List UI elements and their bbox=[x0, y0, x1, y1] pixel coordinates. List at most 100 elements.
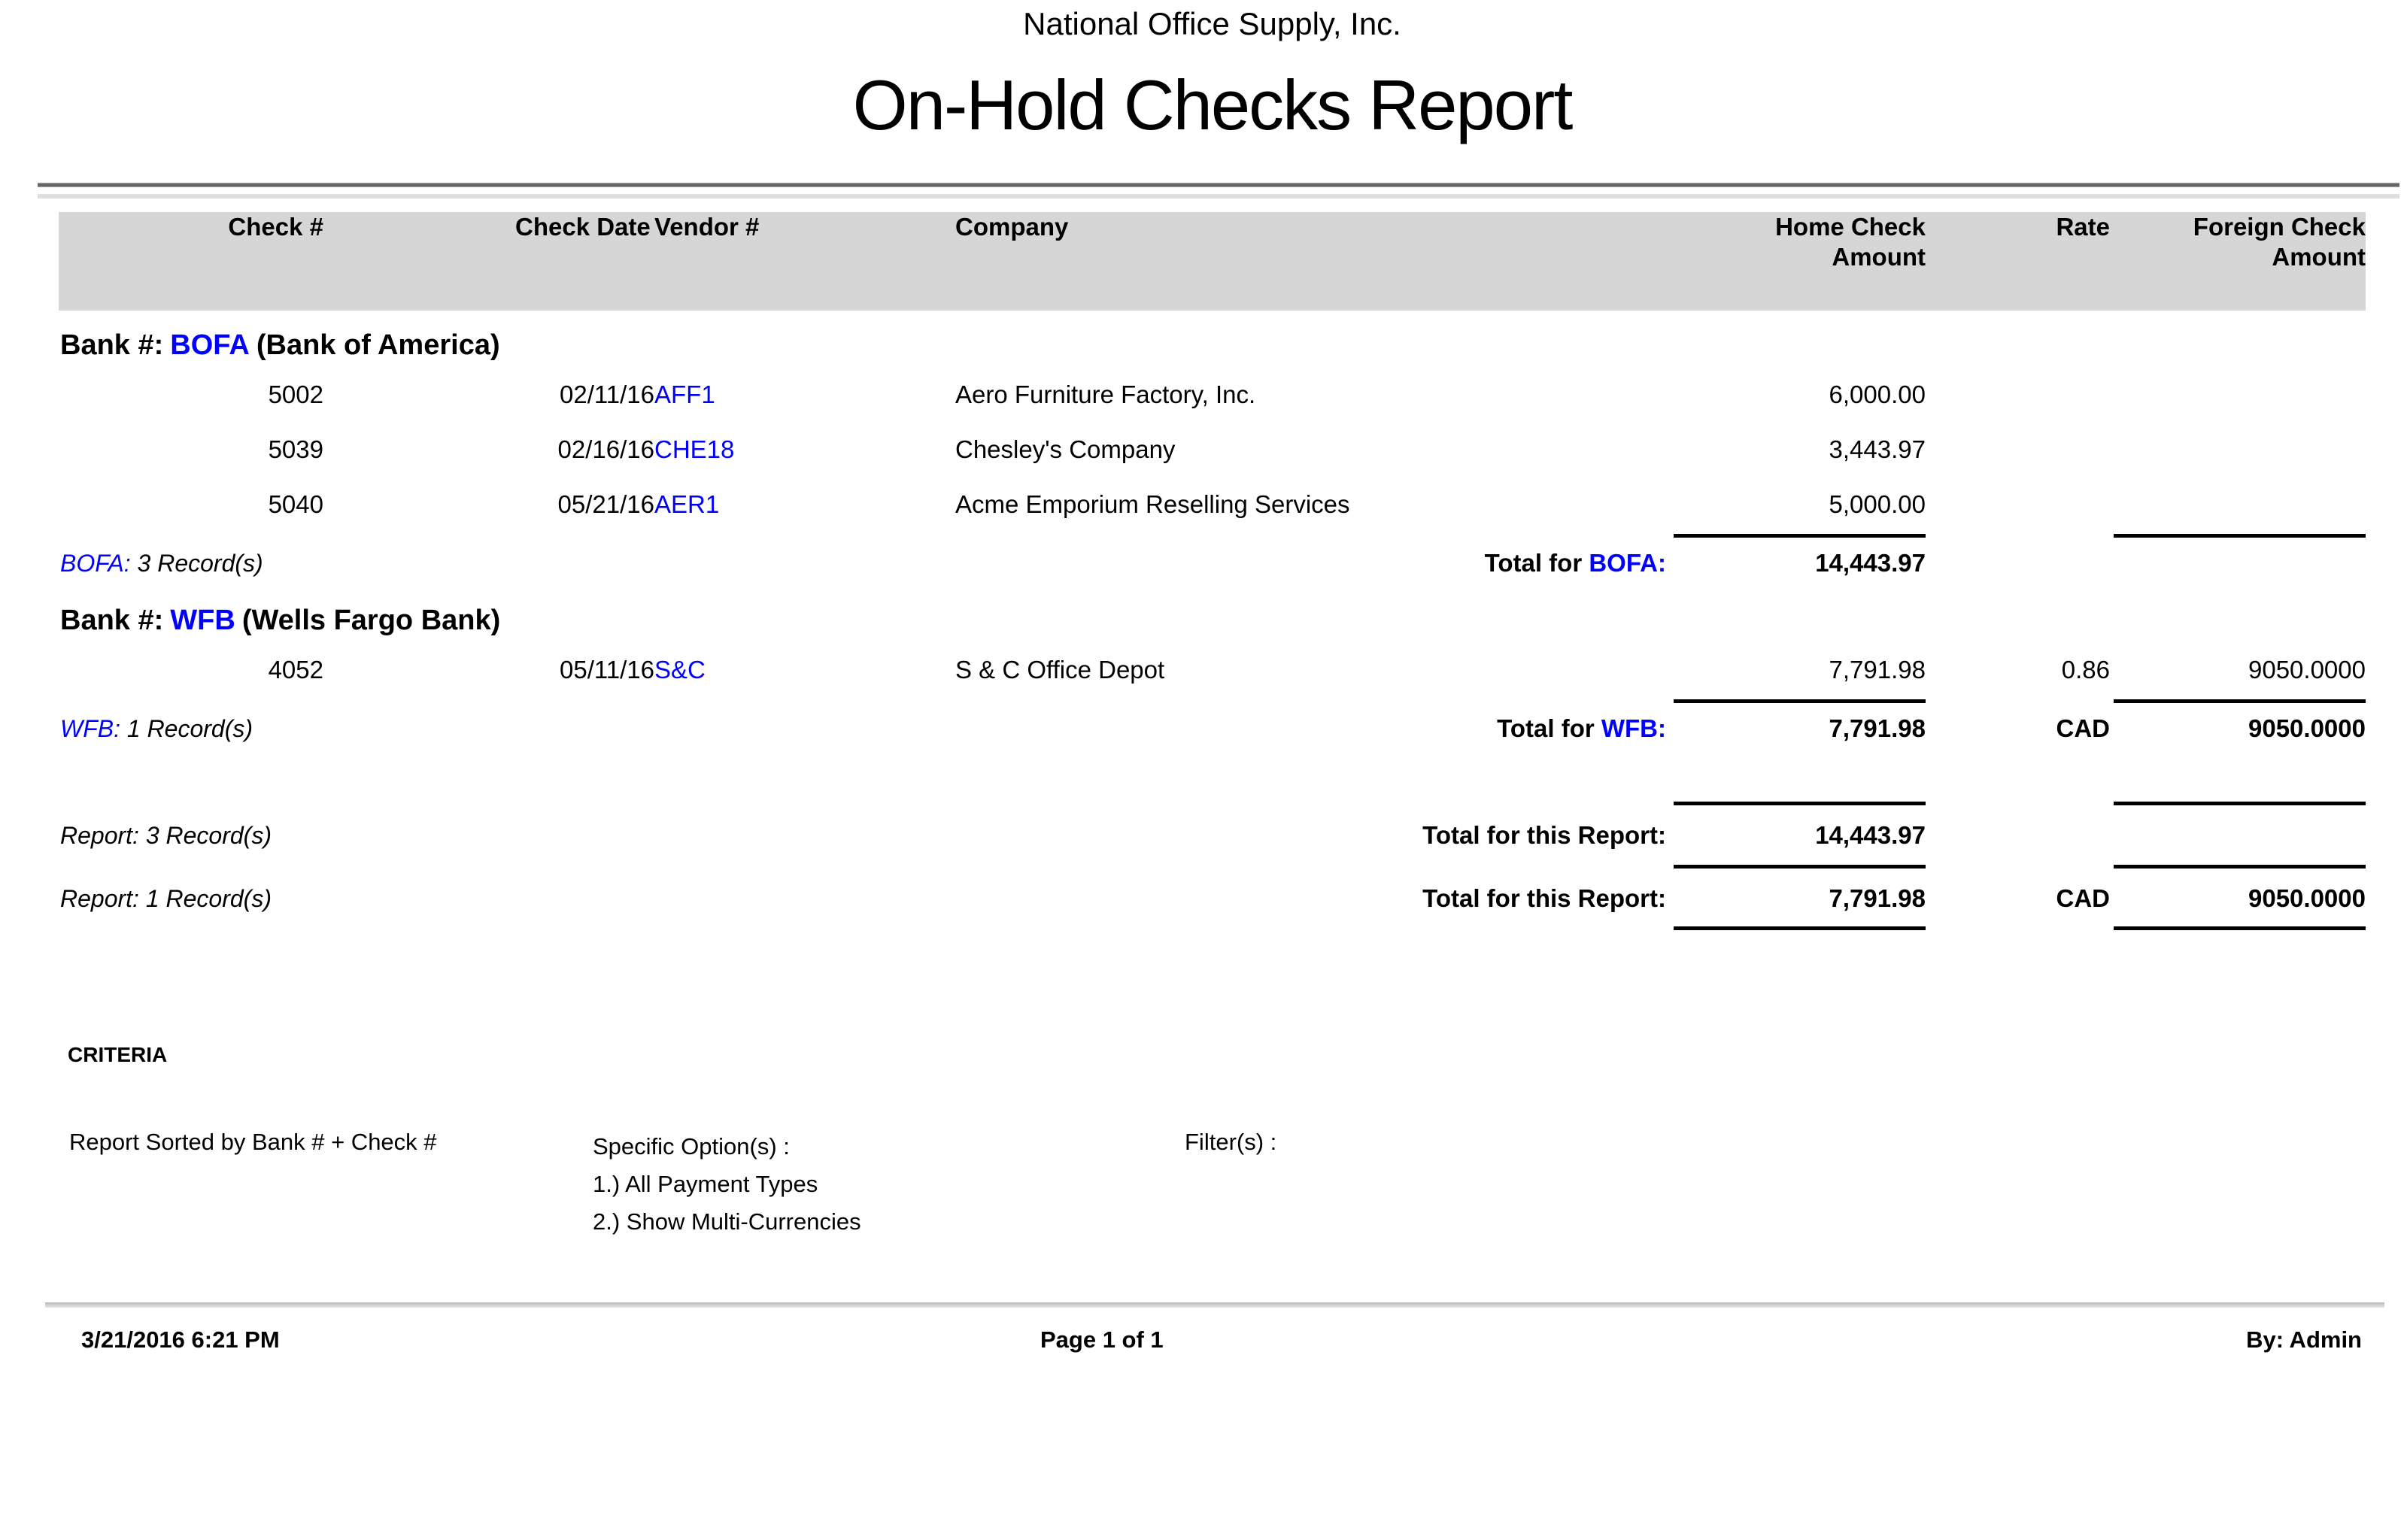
bank-record-count-code[interactable]: BOFA: bbox=[60, 550, 131, 577]
vendor-link[interactable]: AFF1 bbox=[654, 380, 955, 435]
column-header-row: Check # Check Date Vendor # Company Home… bbox=[59, 212, 2366, 311]
bank-name: (Bank of America) bbox=[256, 329, 500, 361]
report-total-row: Report: 3 Record(s) Total for this Repor… bbox=[59, 808, 2366, 862]
criteria-options: Specific Option(s) : 1.) All Payment Typ… bbox=[593, 1128, 861, 1241]
report-total-foreign-amount: 9050.0000 bbox=[2110, 872, 2366, 924]
bank-record-count: WFB: 1 Record(s) bbox=[60, 714, 253, 744]
company-cell: Chesley's Company bbox=[955, 435, 1557, 490]
total-rule bbox=[1674, 534, 1926, 538]
total-rule-row bbox=[59, 924, 2366, 933]
footer-divider bbox=[45, 1302, 2384, 1308]
foreign-amount-cell bbox=[2110, 380, 2366, 435]
report-page: National Office Supply, Inc. On-Hold Che… bbox=[0, 0, 2407, 1540]
criteria-heading: CRITERIA bbox=[68, 1043, 167, 1067]
home-amount-cell: 6,000.00 bbox=[1557, 380, 1926, 435]
bank-label: Bank #: bbox=[60, 329, 163, 361]
rate-cell bbox=[1926, 435, 2110, 490]
bank-record-count-text: 3 Record(s) bbox=[131, 550, 263, 577]
bank-total-row: BOFA: 3 Record(s) Total for BOFA: 14,443… bbox=[59, 541, 2366, 595]
criteria-sort-text: Report Sorted by Bank # + Check # bbox=[69, 1128, 437, 1157]
bank-total-label-code[interactable]: WFB: bbox=[1601, 714, 1666, 742]
footer-timestamp: 3/21/2016 6:21 PM bbox=[81, 1325, 280, 1355]
total-rule bbox=[1674, 865, 1926, 869]
home-amount-cell: 3,443.97 bbox=[1557, 435, 1926, 490]
bank-group-header: Bank #:BOFA(Bank of America) bbox=[59, 311, 2366, 380]
check-row: 5002 02/11/16 AFF1 Aero Furniture Factor… bbox=[59, 380, 2366, 435]
report-total-currency bbox=[1926, 808, 2110, 862]
check-row: 5040 05/21/16 AER1 Acme Emporium Reselli… bbox=[59, 490, 2366, 532]
bank-total-label-prefix: Total for bbox=[1485, 549, 1589, 577]
bank-total-label: Total for WFB: bbox=[1497, 714, 1666, 744]
column-header-vendor-no: Vendor # bbox=[654, 212, 955, 311]
check-no-cell: 5002 bbox=[59, 380, 323, 435]
bank-total-label: Total for BOFA: bbox=[1485, 548, 1666, 578]
criteria-options-label: Specific Option(s) : bbox=[593, 1128, 861, 1166]
report-total-foreign-amount bbox=[2110, 808, 2366, 862]
bank-group-header-cell: Bank #:WFB(Wells Fargo Bank) bbox=[59, 595, 2366, 655]
report-total-currency: CAD bbox=[1926, 872, 2110, 924]
page-title: On-Hold Checks Report bbox=[59, 66, 2366, 144]
check-no-cell: 5039 bbox=[59, 435, 323, 490]
bank-record-count: BOFA: 3 Record(s) bbox=[60, 548, 263, 578]
rate-cell bbox=[1926, 490, 2110, 532]
checks-table: Check # Check Date Vendor # Company Home… bbox=[59, 212, 2366, 933]
total-rule bbox=[2114, 534, 2366, 538]
total-rule bbox=[1674, 802, 1926, 805]
column-header-home-amount: Home Check Amount bbox=[1557, 212, 1926, 311]
total-rule bbox=[1674, 926, 1926, 930]
company-cell: Acme Emporium Reselling Services bbox=[955, 490, 1557, 532]
foreign-amount-cell: 9050.0000 bbox=[2110, 655, 2366, 697]
company-name: National Office Supply, Inc. bbox=[59, 6, 2366, 42]
check-date-cell: 05/11/16 bbox=[323, 655, 654, 697]
total-rule-row bbox=[59, 697, 2366, 706]
column-header-company: Company bbox=[955, 212, 1557, 311]
criteria-filters-label: Filter(s) : bbox=[1185, 1128, 1276, 1157]
vendor-link[interactable]: S&C bbox=[654, 655, 955, 697]
total-rule bbox=[1674, 699, 1926, 703]
report-total-row: Report: 1 Record(s) Total for this Repor… bbox=[59, 872, 2366, 924]
bank-code-link[interactable]: WFB bbox=[170, 605, 235, 636]
report-record-count: Report: 1 Record(s) bbox=[60, 884, 272, 914]
total-rule-row bbox=[59, 862, 2366, 872]
footer-page-info: Page 1 of 1 bbox=[1040, 1325, 1164, 1355]
bank-total-currency: CAD bbox=[1926, 706, 2110, 760]
column-header-home-amount-line1: Home Check bbox=[1557, 212, 1926, 242]
report-record-count: Report: 3 Record(s) bbox=[60, 820, 272, 850]
check-no-cell: 5040 bbox=[59, 490, 323, 532]
vendor-link[interactable]: AER1 bbox=[654, 490, 955, 532]
report-total-label: Total for this Report: bbox=[1422, 884, 1666, 914]
foreign-amount-cell bbox=[2110, 490, 2366, 532]
bank-label: Bank #: bbox=[60, 605, 163, 636]
bank-group-header-cell: Bank #:BOFA(Bank of America) bbox=[59, 311, 2366, 380]
total-rule-row bbox=[59, 532, 2366, 541]
check-date-cell: 02/11/16 bbox=[323, 380, 654, 435]
column-header-foreign-amount-line1: Foreign Check bbox=[2110, 212, 2366, 242]
criteria-option: 2.) Show Multi-Currencies bbox=[593, 1203, 861, 1241]
home-amount-cell: 7,791.98 bbox=[1557, 655, 1926, 697]
check-row: 4052 05/11/16 S&C S & C Office Depot 7,7… bbox=[59, 655, 2366, 697]
bank-total-row: WFB: 1 Record(s) Total for WFB: 7,791.98… bbox=[59, 706, 2366, 760]
title-divider-dark bbox=[38, 183, 2399, 187]
vendor-link[interactable]: CHE18 bbox=[654, 435, 955, 490]
rate-cell: 0.86 bbox=[1926, 655, 2110, 697]
column-header-foreign-amount-line2: Amount bbox=[2110, 242, 2366, 272]
bank-name: (Wells Fargo Bank) bbox=[242, 605, 500, 636]
title-divider-light bbox=[38, 194, 2399, 199]
column-header-rate: Rate bbox=[1926, 212, 2110, 311]
company-cell: Aero Furniture Factory, Inc. bbox=[955, 380, 1557, 435]
bank-total-foreign-amount: 9050.0000 bbox=[2110, 706, 2366, 760]
rate-cell bbox=[1926, 380, 2110, 435]
total-rule bbox=[2114, 802, 2366, 805]
bank-code-link[interactable]: BOFA bbox=[170, 329, 250, 361]
check-date-cell: 05/21/16 bbox=[323, 490, 654, 532]
column-header-check-no: Check # bbox=[59, 212, 323, 311]
criteria-option: 1.) All Payment Types bbox=[593, 1166, 861, 1203]
bank-record-count-text: 1 Record(s) bbox=[120, 715, 253, 742]
report-total-label: Total for this Report: bbox=[1422, 820, 1666, 850]
total-rule bbox=[2114, 699, 2366, 703]
bank-total-label-code[interactable]: BOFA: bbox=[1589, 549, 1666, 577]
total-rule bbox=[2114, 865, 2366, 869]
bank-group-header: Bank #:WFB(Wells Fargo Bank) bbox=[59, 595, 2366, 655]
bank-record-count-code[interactable]: WFB: bbox=[60, 715, 120, 742]
spacer-row bbox=[59, 760, 2366, 799]
